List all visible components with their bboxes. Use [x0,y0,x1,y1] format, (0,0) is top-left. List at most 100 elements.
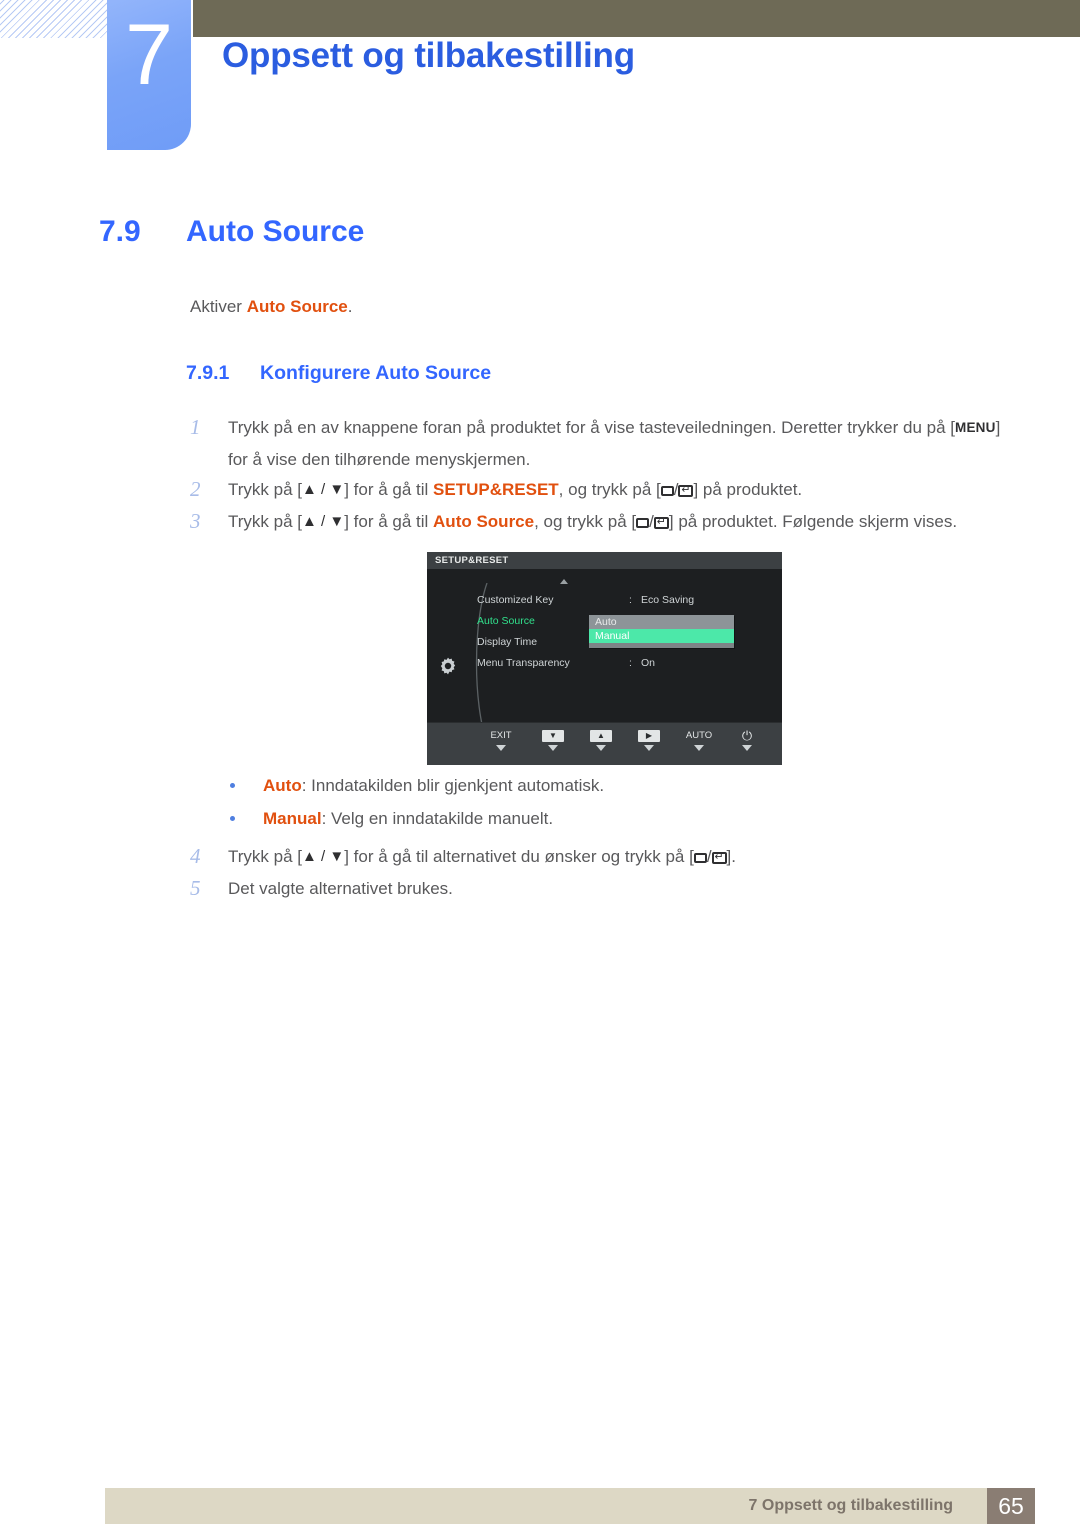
step-5: 5 Det valgte alternativet brukes. [190,873,1020,904]
lead-prefix: Aktiver [190,297,247,316]
page-footer: 7 Oppsett og tilbakestilling 65 [105,1488,1035,1524]
bullet-auto: Auto: Inndatakilden blir gjenkjent autom… [230,771,604,801]
osd-colon: : [629,657,632,669]
osd-button-down[interactable]: ▼ [531,730,575,751]
source-box-icon [660,486,674,496]
step-2-part2: ] for å gå til [344,480,434,499]
step-2: 2 Trykk på [▲ / ▼] for å gå til SETUP&RE… [190,474,1020,505]
step-3-part4: ] på produktet. Følgende skjerm vises. [668,512,958,531]
step-2-part3: , og trykk på [ [558,480,661,499]
chapter-title: Oppsett og tilbakestilling [222,36,635,75]
osd-colon: : [629,594,632,606]
step-2-text: Trykk på [▲ / ▼] for å gå til SETUP&RESE… [228,474,1020,505]
osd-button-up-label: ▲ [579,730,623,742]
osd-auto-source-dropdown[interactable]: Auto Manual [589,615,734,648]
menu-keycap: MENU [955,420,996,435]
subsection-title: Konfigurere Auto Source [260,362,492,384]
step-4: 4 Trykk på [▲ / ▼] for å gå til alternat… [190,841,1020,872]
slash-3: / [706,847,712,866]
page-number: 65 [987,1488,1035,1524]
chapter-number: 7 [125,7,173,103]
osd-value: On [641,657,656,669]
right-arrow-icon: ▶ [638,730,660,742]
section-lead-text: Aktiver Auto Source. [190,297,352,317]
step-3-part3: , og trykk på [ [534,512,637,531]
bullet-auto-text: Auto: Inndatakilden blir gjenkjent autom… [263,771,604,801]
chapter-number-tab: 7 [107,0,191,150]
bullet-dot-icon [230,783,235,788]
osd-value: Eco Saving [641,594,695,606]
step-2-number: 2 [190,477,201,501]
osd-button-exit-label: EXIT [490,730,512,741]
power-icon: ⏻ [741,728,753,743]
up-down-arrows-icon: ▲ / ▼ [302,481,345,498]
corner-hatch-decoration [0,0,108,38]
step-3-part2: ] for å gå til [344,512,434,531]
step-3-text: Trykk på [▲ / ▼] for å gå til Auto Sourc… [228,506,1020,537]
osd-button-right[interactable]: ▶ [627,730,671,751]
up-arrow-icon: ▲ [590,730,612,742]
osd-label: Customized Key [477,594,554,606]
section-number: 7.9 [99,215,141,248]
section-title: Auto Source [186,215,365,248]
step-4-number: 4 [190,844,201,868]
bullet-manual-text: Manual: Velg en inndatakilde manuelt. [263,804,553,834]
step-3-highlight: Auto Source [433,512,535,531]
osd-button-power[interactable]: ⏻ [727,728,767,751]
step-2-part4: ] på produktet. [693,480,803,499]
gear-icon [437,655,459,677]
osd-button-bar: EXIT ▼ ▲ ▶ AUTO ⏻ [427,722,782,765]
step-3-number: 3 [190,509,201,533]
bullet-auto-term: Auto [263,776,302,795]
osd-label: Display Time [477,636,538,648]
osd-screenshot: SETUP&RESET Customized Key : Eco Saving … [427,552,782,765]
step-1-part1: Trykk på en av knappene foran på produkt… [228,418,955,437]
osd-title-bar: SETUP&RESET [427,552,782,569]
step-2-part1: Trykk på [ [228,480,302,499]
step-1-number: 1 [190,415,201,439]
up-down-arrows-icon: ▲ / ▼ [302,848,345,865]
enter-key-icon [653,517,669,529]
osd-dropdown-option-manual[interactable]: Manual [589,629,734,643]
down-arrow-icon: ▼ [542,730,564,742]
osd-button-up[interactable]: ▲ [579,730,623,751]
step-1: 1 Trykk på en av knappene foran på produ… [190,412,1020,475]
osd-button-exit[interactable]: EXIT [479,730,523,751]
bullet-manual: Manual: Velg en inndatakilde manuelt. [230,804,553,834]
step-4-part1: Trykk på [ [228,847,302,866]
osd-button-right-label: ▶ [627,730,671,742]
step-4-part4: ]. [726,847,736,866]
osd-button-hint-triangle-icon [496,745,506,751]
osd-button-hint-triangle-icon [742,745,752,751]
osd-body: Customized Key : Eco Saving Auto Source … [427,569,782,744]
osd-button-down-label: ▼ [531,730,575,742]
bullet-manual-desc: : Velg en inndatakilde manuelt. [321,809,554,828]
step-1-text: Trykk på en av knappene foran på produkt… [228,412,1020,475]
subsection-number: 7.9.1 [186,362,230,384]
osd-button-auto[interactable]: AUTO [675,730,723,751]
step-3: 3 Trykk på [▲ / ▼] for å gå til Auto Sou… [190,506,1020,537]
step-5-number: 5 [190,876,201,900]
osd-button-hint-triangle-icon [694,745,704,751]
source-box-icon [693,853,707,863]
source-box-icon [636,518,650,528]
osd-button-auto-label: AUTO [685,730,713,741]
step-3-part1: Trykk på [ [228,512,302,531]
osd-label: Auto Source [477,615,535,627]
bullet-auto-desc: : Inndatakilden blir gjenkjent automatis… [301,776,605,795]
lead-suffix: . [347,297,353,316]
step-4-text: Trykk på [▲ / ▼] for å gå til alternativ… [228,841,1020,872]
osd-scroll-up-arrow-icon [560,579,568,584]
enter-key-icon [711,852,727,864]
osd-dropdown-shadow [589,643,734,648]
step-5-text: Det valgte alternativet brukes. [228,879,453,898]
osd-dropdown-option-auto[interactable]: Auto [589,615,734,629]
header-olive-bar [193,0,1080,37]
step-4-part2: ] for å gå til alternativet du ønsker og… [344,847,694,866]
footer-chapter-label: 7 Oppsett og tilbakestilling [748,1497,953,1514]
step-2-highlight: SETUP&RESET [433,480,559,499]
osd-button-hint-triangle-icon [644,745,654,751]
bullet-dot-icon [230,816,235,821]
osd-label: Menu Transparency [477,657,570,669]
lead-highlight: Auto Source [246,297,348,316]
